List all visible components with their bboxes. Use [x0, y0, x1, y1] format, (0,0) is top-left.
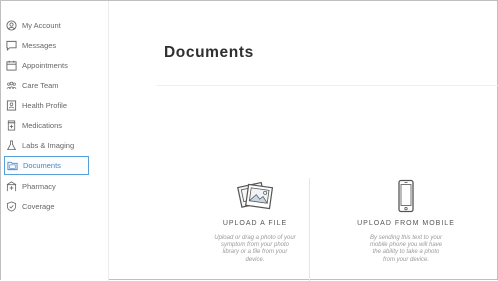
- sidebar-item-messages[interactable]: Messages: [4, 36, 89, 55]
- page-title: Documents: [164, 44, 254, 61]
- sidebar-item-label: Pharmacy: [22, 182, 56, 191]
- upload-file-description: Upload or drag a photo of your symptom f…: [214, 235, 296, 263]
- upload-file-card[interactable]: UPLOAD A FILE Upload or drag a photo of …: [201, 179, 309, 281]
- sidebar-item-documents[interactable]: Documents: [4, 156, 89, 175]
- sidebar-item-label: Messages: [22, 41, 57, 50]
- upload-mobile-card[interactable]: UPLOAD FROM MOBILE By sending this text …: [331, 179, 481, 281]
- sidebar-item-label: Medications: [22, 121, 63, 130]
- sidebar-item-label: Care Team: [22, 81, 59, 90]
- upload-mobile-description: By sending this text to your mobile phon…: [369, 235, 443, 263]
- phone-icon: [398, 179, 414, 213]
- upload-file-title: UPLOAD A FILE: [222, 220, 288, 227]
- sidebar-item-health-profile[interactable]: Health Profile: [4, 96, 89, 115]
- sidebar-item-medications[interactable]: Medications: [4, 116, 89, 135]
- sidebar: My Account Messages Appointments Care Te…: [1, 1, 109, 281]
- sidebar-item-coverage[interactable]: Coverage: [4, 197, 89, 216]
- shield-icon: [6, 201, 17, 212]
- sidebar-item-label: My Account: [22, 21, 61, 30]
- folder-icon: [7, 160, 18, 171]
- message-icon: [6, 40, 17, 51]
- sidebar-item-care-team[interactable]: Care Team: [4, 76, 89, 95]
- account-circle-icon: [6, 20, 17, 31]
- divider: [309, 178, 310, 281]
- app-window: My Account Messages Appointments Care Te…: [0, 0, 498, 281]
- sidebar-item-label: Health Profile: [22, 101, 68, 110]
- divider: [156, 85, 498, 86]
- calendar-icon: [6, 60, 17, 71]
- photos-icon: [237, 181, 274, 210]
- team-icon: [6, 80, 17, 91]
- pharmacy-icon: [6, 181, 17, 192]
- sidebar-item-labs-imaging[interactable]: Labs & Imaging: [4, 136, 89, 155]
- flask-icon: [6, 140, 17, 151]
- upload-mobile-title: UPLOAD FROM MOBILE: [357, 220, 455, 227]
- sidebar-item-label: Appointments: [22, 61, 68, 70]
- sidebar-item-label: Documents: [23, 161, 61, 170]
- sidebar-item-label: Coverage: [22, 202, 55, 211]
- sidebar-item-my-account[interactable]: My Account: [4, 16, 89, 35]
- sidebar-item-label: Labs & Imaging: [22, 141, 75, 150]
- profile-card-icon: [6, 100, 17, 111]
- sidebar-item-appointments[interactable]: Appointments: [4, 56, 89, 75]
- sidebar-item-pharmacy[interactable]: Pharmacy: [4, 177, 89, 196]
- pill-bottle-icon: [6, 120, 17, 131]
